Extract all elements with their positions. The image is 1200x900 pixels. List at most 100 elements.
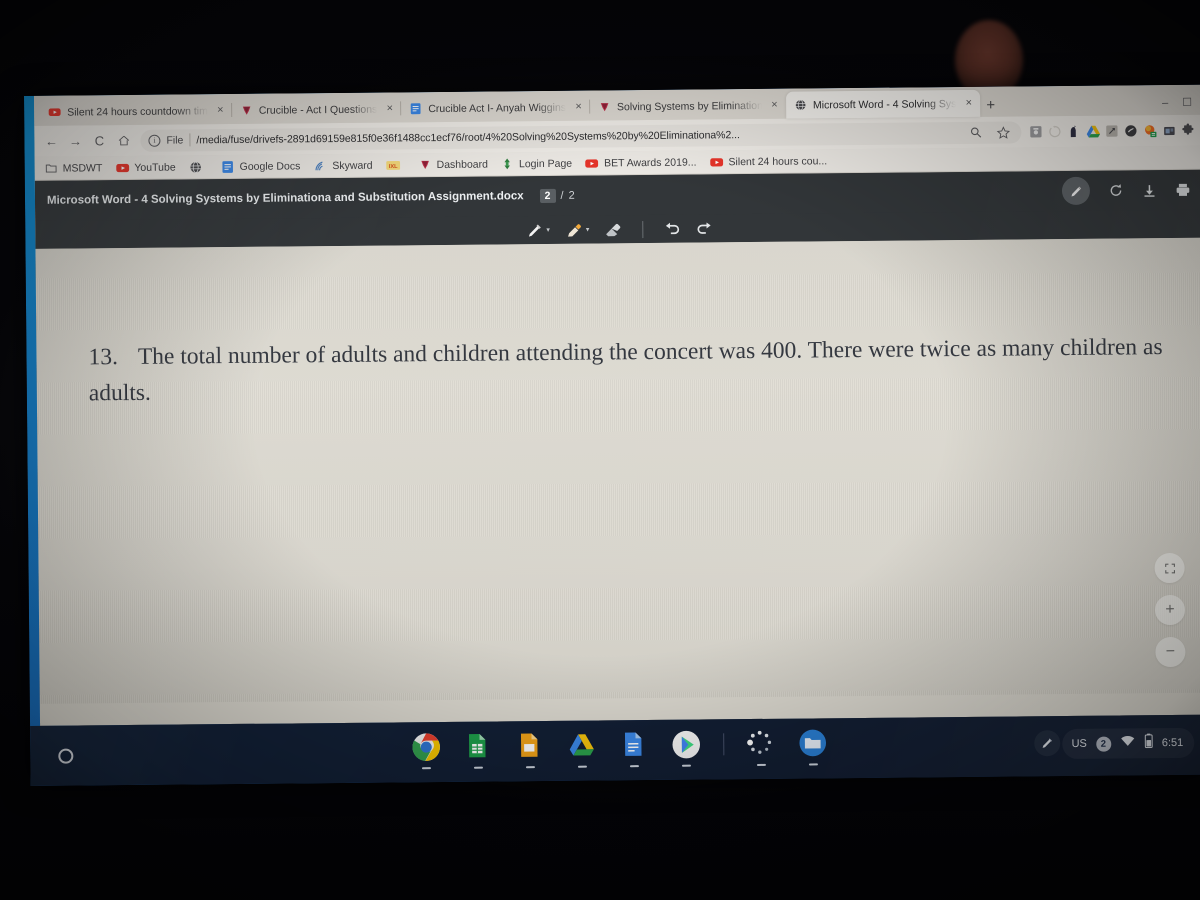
zoom-out-button[interactable]: − — [1155, 636, 1186, 668]
notification-count-badge[interactable]: 2 — [1095, 736, 1111, 752]
extensions-puzzle-icon[interactable] — [1179, 122, 1196, 139]
google-sheets-icon[interactable] — [463, 732, 493, 769]
page-info-icon[interactable]: i — [148, 134, 161, 147]
highlighter-tool[interactable]: ▾ — [564, 220, 590, 239]
tab-close-icon[interactable]: × — [383, 102, 396, 115]
undo-tool[interactable] — [663, 220, 681, 238]
tab-close-icon[interactable]: × — [962, 97, 975, 110]
keyboard-layout-label[interactable]: US — [1072, 738, 1087, 750]
pdf-viewer: Microsoft Word - 4 Solving Systems by El… — [34, 169, 1200, 726]
minimize-button[interactable]: – — [1162, 97, 1168, 109]
color-extension-icon[interactable] — [1141, 122, 1158, 139]
bookmark-item-youtube[interactable]: YouTube — [115, 160, 176, 175]
globe-icon — [795, 99, 806, 111]
url-text: /media/fuse/drivefs-2891d69159e815f0e36f… — [196, 128, 740, 146]
rotate-icon[interactable] — [1108, 182, 1124, 198]
battery-icon[interactable] — [1144, 733, 1153, 753]
bookmark-label: BET Awards 2019... — [604, 156, 697, 169]
skyward-icon — [315, 161, 323, 170]
home-button[interactable] — [112, 129, 134, 151]
chevron-down-icon[interactable]: ▾ — [546, 226, 550, 234]
quizlet-icon — [600, 103, 609, 112]
browser-tab[interactable]: Crucible - Act I Questions × — [232, 95, 402, 124]
app-running-indicator — [525, 766, 535, 769]
chrome-browser-window: Silent 24 hours countdown tim × Crucible… — [33, 84, 1200, 726]
google-play-store-icon[interactable] — [671, 730, 701, 767]
bookmark-label: YouTube — [134, 161, 176, 174]
stylus-icon[interactable] — [1034, 730, 1061, 757]
bookmark-item-login-page[interactable]: Login Page — [501, 157, 572, 171]
screenshot-extension-icon[interactable] — [1027, 123, 1044, 140]
current-page-input[interactable]: 2 — [539, 188, 556, 204]
tab-close-icon[interactable]: × — [572, 101, 585, 114]
bookmark-item-msdwt[interactable]: MSDWT — [45, 161, 103, 175]
omnibox-actions — [967, 124, 1013, 141]
search-icon[interactable] — [967, 124, 984, 141]
tab-close-icon[interactable]: × — [768, 99, 781, 112]
window-controls: – ☐ — [1150, 96, 1200, 115]
eraser-tool[interactable] — [603, 220, 622, 239]
pen-tool[interactable]: ▾ — [525, 220, 550, 239]
clock-time[interactable]: 6:51 — [1162, 737, 1184, 749]
chevron-down-icon[interactable]: ▾ — [586, 226, 590, 234]
address-bar[interactable]: i File /media/fuse/drivefs-2891d69159e81… — [140, 120, 1022, 152]
toolbar-divider — [642, 220, 644, 238]
google-chrome-icon[interactable] — [411, 732, 441, 770]
loading-circle-icon[interactable] — [1046, 123, 1063, 140]
question-number: 13. — [88, 344, 119, 371]
files-app-icon[interactable] — [798, 728, 828, 766]
fit-to-page-button[interactable] — [1154, 552, 1185, 584]
photograph-of-laptop-screen: Silent 24 hours countdown tim × Crucible… — [0, 0, 1200, 900]
wifi-icon[interactable] — [1120, 734, 1135, 752]
alpaca-extension-icon[interactable] — [1065, 123, 1082, 140]
google-slides-icon[interactable] — [515, 731, 545, 769]
browser-tab-active[interactable]: Microsoft Word - 4 Solving Sys × — [785, 89, 981, 119]
browser-tab[interactable]: Solving Systems by Elimination × — [590, 92, 786, 121]
tab-title: Crucible Act I- Anyah Wiggins — [428, 101, 567, 115]
app-running-indicator — [421, 767, 431, 770]
screen-moire-overlay — [35, 237, 1200, 704]
pdf-zoom-controls: + − — [1154, 552, 1186, 668]
google-drive-icon[interactable] — [567, 731, 597, 768]
reload-button[interactable]: C — [88, 130, 110, 152]
bookmark-item-dashboard[interactable]: Dashboard — [419, 158, 488, 172]
annotate-pen-icon[interactable] — [1061, 176, 1091, 206]
page-separator: / — [560, 189, 564, 202]
google-docs-icon[interactable] — [619, 730, 649, 768]
bookmark-item-bet-awards[interactable]: BET Awards 2019... — [585, 155, 697, 170]
redo-tool[interactable] — [695, 219, 713, 237]
bookmark-item-globe[interactable] — [189, 160, 208, 174]
bookmark-item-silent-countdown[interactable]: Silent 24 hours cou... — [709, 154, 827, 169]
page-indicator: 2 / 2 — [539, 188, 575, 204]
bookmark-item-ixl[interactable]: IXL — [386, 159, 406, 171]
google-drive-icon[interactable] — [1084, 123, 1101, 140]
pdf-action-buttons — [1061, 176, 1191, 206]
tab-title: Silent 24 hours countdown tim — [67, 104, 208, 119]
pdf-page-scroll-area[interactable]: 13. The total number of adults and childr… — [35, 237, 1200, 726]
bookmark-label: Skyward — [332, 159, 373, 172]
forward-button[interactable]: → — [64, 130, 86, 152]
home-icon — [118, 135, 129, 146]
new-tab-button[interactable]: + — [980, 97, 1001, 117]
loading-spinner-icon[interactable] — [746, 729, 776, 766]
folder-icon — [45, 164, 57, 173]
total-pages: 2 — [568, 189, 575, 202]
browser-tab[interactable]: Silent 24 hours countdown tim × — [40, 97, 232, 126]
zoom-in-button[interactable]: + — [1154, 594, 1186, 626]
maximize-button[interactable]: ☐ — [1182, 96, 1192, 109]
bookmark-item-google-docs[interactable]: Google Docs — [221, 159, 301, 174]
tab-close-icon[interactable]: × — [214, 104, 227, 117]
browser-tab[interactable]: Crucible Act I- Anyah Wiggins × — [401, 94, 590, 123]
back-button[interactable]: ← — [40, 130, 62, 152]
bookmark-label: Login Page — [518, 157, 573, 170]
grammarly-extension-icon[interactable] — [1103, 122, 1120, 139]
question-text: The total number of adults and children … — [88, 334, 1163, 407]
bookmark-star-icon[interactable] — [994, 124, 1011, 141]
blue-box-extension-icon[interactable] — [1160, 122, 1177, 139]
dark-circle-extension-icon[interactable] — [1122, 122, 1139, 139]
bookmark-item-skyward[interactable]: Skyward — [313, 158, 373, 173]
print-icon[interactable] — [1175, 182, 1191, 198]
google-docs-icon — [410, 103, 421, 115]
download-icon[interactable] — [1142, 183, 1157, 198]
system-tray[interactable]: US 2 6:51 — [1062, 727, 1195, 760]
